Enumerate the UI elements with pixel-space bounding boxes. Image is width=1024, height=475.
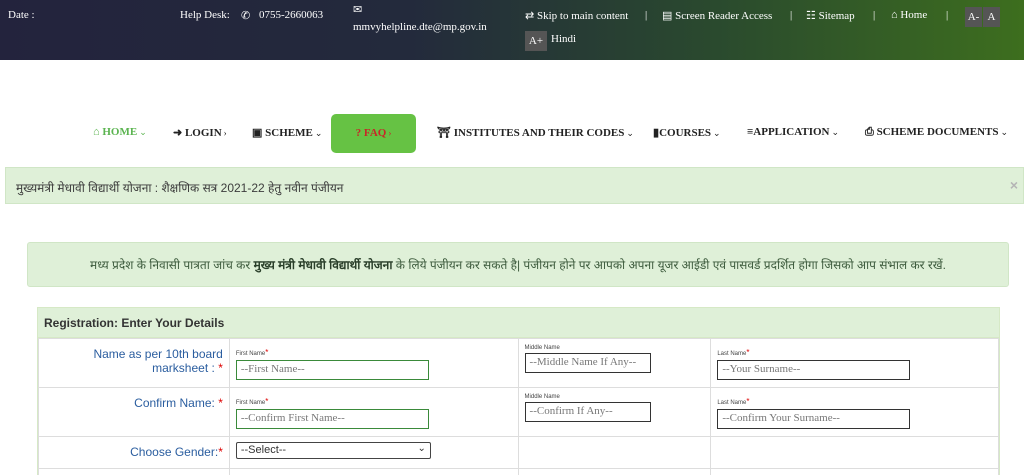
chevron-down-icon: ⌄	[626, 128, 634, 138]
empty-cell	[710, 468, 999, 475]
empty-cell	[517, 436, 712, 469]
name-row: Name as per 10th board marksheet : * Fir…	[38, 338, 999, 388]
gender-label: Choose Gender:	[130, 445, 219, 459]
font-decrease-button[interactable]: A-	[965, 7, 982, 27]
sign-in-icon: ➜	[173, 127, 183, 139]
confirm-label-cell: Confirm Name: *	[38, 387, 230, 437]
last-name-input[interactable]: --Your Surname--	[717, 360, 911, 380]
gender-label-cell: Choose Gender:*	[38, 436, 230, 469]
empty-cell	[710, 436, 999, 469]
confirm-row: Confirm Name: * First Name* --Confirm Fi…	[38, 387, 999, 437]
chevron-down-icon: ⌄	[314, 128, 323, 138]
separator: |	[873, 9, 876, 21]
font-normal-button[interactable]: A	[983, 7, 1000, 27]
scheme-name: मुख्य मंत्री मेधावी विद्यार्थी योजना	[253, 258, 393, 272]
first-name-caption: First Name*	[235, 397, 269, 406]
helpdesk-label: Help Desk:	[180, 9, 230, 21]
chevron-right-icon: ›	[388, 128, 392, 138]
helpdesk-email[interactable]: mmvyhelpline.dte@mp.gov.in	[353, 21, 487, 33]
institution-icon: ⛩	[437, 127, 451, 139]
home-link[interactable]: ⌂ Home	[891, 9, 927, 21]
chevron-down-icon: ⌄	[713, 128, 721, 138]
empty-cell	[228, 468, 519, 475]
nav-scheme[interactable]: ▣ SCHEME ⌄	[252, 126, 322, 139]
skip-link[interactable]: ⇄ Skip to main content	[525, 9, 628, 22]
first-name-input[interactable]: --First Name--	[235, 360, 429, 380]
middle-name-input[interactable]: --Middle Name If Any--	[524, 353, 651, 373]
first-name-cell: First Name* --First Name--	[228, 338, 519, 388]
info-text-post: के लिये पंजीयन कर सकते है| पंजीयन होने प…	[395, 258, 946, 272]
separator: |	[645, 9, 648, 21]
name-label: Name as per 10th board marksheet :	[93, 347, 223, 375]
envelope-icon: ✉	[353, 4, 363, 16]
chevron-down-icon: ⌄	[417, 443, 426, 454]
alert-text: मुख्यमंत्री मेधावी विद्यार्थी योजना : शै…	[16, 181, 344, 195]
gender-select-cell: --Select-- ⌄	[228, 436, 519, 469]
font-increase-button[interactable]: A+	[525, 31, 547, 51]
middle-name-caption: Middle Name	[524, 345, 560, 351]
registration-panel: Registration: Enter Your Details Name as…	[37, 307, 1000, 475]
nav-login[interactable]: ➜ LOGIN ›	[173, 126, 227, 139]
panel-title: Registration: Enter Your Details	[38, 308, 999, 338]
confirm-label: Confirm Name:	[134, 396, 215, 410]
gender-row: Choose Gender:* --Select-- ⌄	[38, 436, 999, 469]
separator: |	[946, 9, 949, 21]
cube-icon: ▣	[252, 127, 263, 139]
home-icon: ⌂	[891, 9, 898, 21]
last-name-caption: Last Name*	[717, 397, 750, 406]
last-name-caption: Last Name*	[717, 348, 750, 357]
middle-name-cell: Middle Name --Middle Name If Any--	[517, 338, 712, 388]
sitemap-icon: ☷	[806, 10, 816, 22]
eligibility-info: मध्य प्रदेश के निवासी पात्रता जांच कर मु…	[27, 242, 1009, 287]
first-name-caption: First Name*	[235, 348, 269, 357]
required-mark: *	[218, 361, 223, 375]
nav-application[interactable]: ≡APPLICATION ⌄	[747, 126, 839, 138]
chevron-right-icon: ›	[223, 128, 227, 138]
name-label-cell: Name as per 10th board marksheet : *	[38, 338, 230, 388]
chevron-down-icon: ⌄	[831, 127, 840, 137]
registration-table: Name as per 10th board marksheet : * Fir…	[38, 338, 999, 475]
next-row	[38, 468, 999, 475]
confirm-last-name-input[interactable]: --Confirm Your Surname--	[717, 409, 911, 429]
confirm-middle-cell: Middle Name --Confirm If Any--	[517, 387, 712, 437]
confirm-first-name-input[interactable]: --Confirm First Name--	[235, 409, 429, 429]
nav-faq[interactable]: ? FAQ ›	[331, 114, 416, 153]
confirm-last-cell: Last Name* --Confirm Your Surname--	[710, 387, 999, 437]
confirm-middle-name-input[interactable]: --Confirm If Any--	[524, 402, 651, 422]
required-mark: *	[218, 445, 223, 459]
required-mark: *	[218, 396, 223, 410]
sitemap-link[interactable]: ☷ Sitemap	[806, 9, 855, 22]
chevron-down-icon: ⌄	[1000, 127, 1009, 137]
middle-name-caption: Middle Name	[524, 394, 560, 400]
nav-home[interactable]: ⌂ HOME ⌄	[93, 126, 147, 138]
date-label: Date :	[8, 9, 35, 21]
home-icon: ⌂	[93, 126, 100, 138]
print-icon: ⎙	[865, 126, 874, 138]
empty-cell	[517, 468, 712, 475]
confirm-first-cell: First Name* --Confirm First Name--	[228, 387, 519, 437]
nav-scheme-documents[interactable]: ⎙ SCHEME DOCUMENTS ⌄	[865, 126, 1008, 139]
screen-reader-link[interactable]: ▤ Screen Reader Access	[662, 9, 772, 22]
main-nav: ⌂ HOME ⌄ ➜ LOGIN › ▣ SCHEME ⌄ ? FAQ › ⛩ INST…	[0, 114, 1024, 154]
list-icon: ▤	[662, 10, 673, 22]
gender-select[interactable]: --Select-- ⌄	[235, 442, 431, 459]
last-name-cell: Last Name* --Your Surname--	[710, 338, 999, 388]
swap-arrows-icon: ⇄	[525, 10, 535, 22]
session-alert: मुख्यमंत्री मेधावी विद्यार्थी योजना : शै…	[5, 167, 1024, 204]
phone-icon: ✆	[241, 10, 251, 22]
chevron-down-icon: ⌄	[139, 127, 147, 137]
separator: |	[790, 9, 793, 21]
empty-cell	[38, 468, 230, 475]
hindi-link[interactable]: Hindi	[551, 33, 576, 45]
info-text-pre: मध्य प्रदेश के निवासी पात्रता जांच कर	[90, 258, 254, 272]
nav-courses[interactable]: ▮COURSES ⌄	[653, 126, 721, 139]
helpdesk-phone: 0755-2660063	[259, 9, 324, 21]
nav-institutes[interactable]: ⛩ INSTITUTES AND THEIR CODES ⌄	[437, 126, 634, 139]
top-bar: Date : Help Desk: ✆ 0755-2660063 ✉ mmvyh…	[0, 0, 1024, 60]
close-icon[interactable]: ×	[1010, 177, 1018, 193]
